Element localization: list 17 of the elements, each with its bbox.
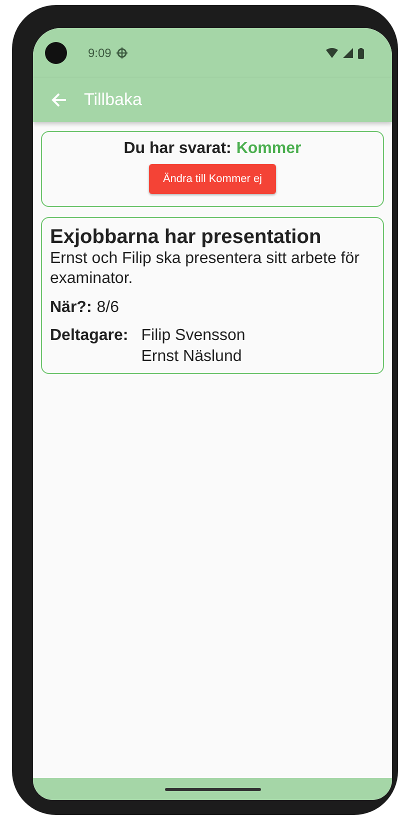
wifi-icon [326,48,338,58]
field-label: Deltagare: [50,327,128,346]
response-label: Du har svarat: [124,140,232,158]
field-value: 8/6 [96,299,120,317]
field-label: När?: [50,299,92,317]
battery-icon [358,48,364,58]
status-time: 9:09 [88,46,112,60]
field-value: Filip Svensson [141,326,246,346]
field-value: Ernst Näslund [141,347,243,367]
event-title: Exjobbarna har presentation [50,226,322,249]
change-response-button[interactable]: Ändra till Kommer ej [148,164,276,194]
response-value: Kommer [236,140,302,158]
home-handle[interactable] [164,788,260,790]
app-bar-title: Tillbaka [84,90,142,110]
camera-icon [45,42,67,64]
signal-icon [343,48,353,58]
event-description: Ernst och Filip ska presentera sitt arbete för examinator. [50,249,360,289]
